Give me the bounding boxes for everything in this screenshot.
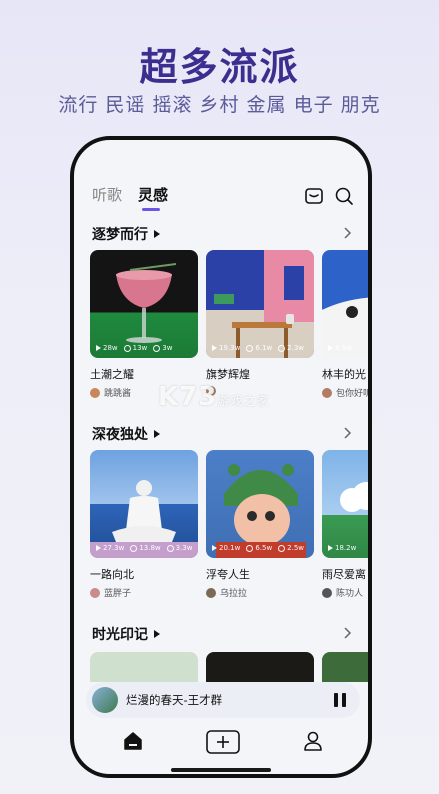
tab-listen[interactable]: 听歌 xyxy=(92,184,122,205)
now-playing-cover xyxy=(92,687,118,713)
song-card[interactable]: 18.2w 雨尽爱离 陈功人 xyxy=(322,450,368,599)
promo-headline: 超多流派 xyxy=(139,45,300,89)
card-stats: 19.3w 6.1w 2.3w xyxy=(212,344,310,352)
section-title: 逐梦而行 xyxy=(92,227,148,243)
card-stats: 8.9w xyxy=(328,344,368,352)
song-card[interactable]: 28w 13w 3w 土潮之耀 跳跳酱 xyxy=(90,250,198,399)
avatar xyxy=(322,587,332,598)
search-icon[interactable] xyxy=(334,186,354,206)
home-indicator xyxy=(171,768,271,772)
card-author: 蓝胖子 xyxy=(90,586,198,599)
plays-icon xyxy=(96,345,101,351)
top-bar: 听歌 灵感 xyxy=(92,184,354,211)
profile-icon[interactable] xyxy=(302,730,324,752)
avatar xyxy=(322,387,332,398)
song-card[interactable]: 20.1w 6.5w 2.5w 浮夸人生 乌拉拉 xyxy=(206,450,314,599)
card-title: 浮夸人生 xyxy=(206,568,250,581)
landscape-artwork: 8.9w xyxy=(322,250,368,358)
mini-player[interactable]: 烂漫的春天-王才群 xyxy=(86,682,360,718)
card-title: 雨尽爱离 xyxy=(322,568,366,581)
song-card[interactable]: 8.9w 林丰的光 包你好听 xyxy=(322,250,368,399)
song-card[interactable]: 19.3w 6.1w 2.3w 旗梦辉煌 xyxy=(206,250,314,396)
interior-artwork: 19.3w 6.1w 2.3w xyxy=(206,250,314,358)
clouds-artwork: 18.2w xyxy=(322,450,368,558)
card-stats: 27.3w 13.8w 3.3w xyxy=(96,544,194,552)
play-icon xyxy=(154,430,160,438)
plays-icon xyxy=(328,545,333,551)
likes-icon xyxy=(246,544,254,552)
remix-icon xyxy=(278,544,286,552)
plays-icon xyxy=(212,545,217,551)
avatar xyxy=(206,587,216,598)
bottom-nav xyxy=(74,726,368,756)
likes-icon xyxy=(246,344,254,352)
section-header[interactable]: 深夜独处 xyxy=(92,424,160,444)
chevron-right-icon[interactable] xyxy=(340,426,354,440)
card-title: 土潮之耀 xyxy=(90,368,134,381)
tab-inspiration[interactable]: 灵感 xyxy=(138,184,168,205)
card-stats: 18.2w xyxy=(328,544,368,552)
meditation-artwork: 27.3w 13.8w 3.3w xyxy=(90,450,198,558)
phone-frame: 听歌 灵感 逐梦而行 28w 13w 3w 土潮之耀 跳跳酱 19.3w 6.1… xyxy=(70,136,372,778)
play-icon xyxy=(154,230,160,238)
watermark-logo: K73游戏之家 xyxy=(158,382,270,412)
card-row: 27.3w 13.8w 3.3w 一路向北 蓝胖子 20.1w 6.5w 2.5… xyxy=(90,450,368,610)
card-author: 包你好听 xyxy=(322,386,368,399)
remix-icon xyxy=(278,344,286,352)
cocktail-artwork: 28w 13w 3w xyxy=(90,250,198,358)
remix-icon xyxy=(166,544,174,552)
child-artwork: 20.1w 6.5w 2.5w xyxy=(206,450,314,558)
likes-icon xyxy=(123,344,131,352)
now-playing-title: 烂漫的春天-王才群 xyxy=(126,693,223,707)
card-title: 一路向北 xyxy=(90,568,134,581)
likes-icon xyxy=(130,544,138,552)
avatar xyxy=(90,387,100,398)
card-title: 旗梦辉煌 xyxy=(206,368,250,381)
section-title: 深夜独处 xyxy=(92,427,148,443)
plays-icon xyxy=(212,345,217,351)
remix-icon xyxy=(153,344,161,352)
plays-icon xyxy=(328,345,333,351)
card-artwork-peek[interactable] xyxy=(322,652,368,682)
avatar xyxy=(90,587,100,598)
card-author: 乌拉拉 xyxy=(206,586,314,599)
song-card[interactable]: 27.3w 13.8w 3.3w 一路向北 蓝胖子 xyxy=(90,450,198,599)
play-icon xyxy=(154,630,160,638)
card-author: 陈功人 xyxy=(322,586,368,599)
section-header[interactable]: 时光印记 xyxy=(92,624,160,644)
card-artwork-peek[interactable] xyxy=(206,652,314,682)
pause-icon[interactable] xyxy=(334,693,346,707)
inbox-icon[interactable] xyxy=(304,186,324,206)
plays-icon xyxy=(96,545,101,551)
add-icon[interactable] xyxy=(206,730,240,754)
card-title: 林丰的光 xyxy=(322,368,366,381)
section-title: 时光印记 xyxy=(92,627,148,643)
home-icon[interactable] xyxy=(122,730,144,752)
card-artwork-peek[interactable] xyxy=(90,652,198,682)
active-tab-indicator xyxy=(142,208,160,211)
section-header[interactable]: 逐梦而行 xyxy=(92,224,160,244)
promo-subline: 流行 民谣 摇滚 乡村 金属 电子 朋克 xyxy=(58,94,381,116)
chevron-right-icon[interactable] xyxy=(340,626,354,640)
card-stats: 28w 13w 3w xyxy=(96,344,194,352)
chevron-right-icon[interactable] xyxy=(340,226,354,240)
card-stats: 20.1w 6.5w 2.5w xyxy=(212,544,310,552)
